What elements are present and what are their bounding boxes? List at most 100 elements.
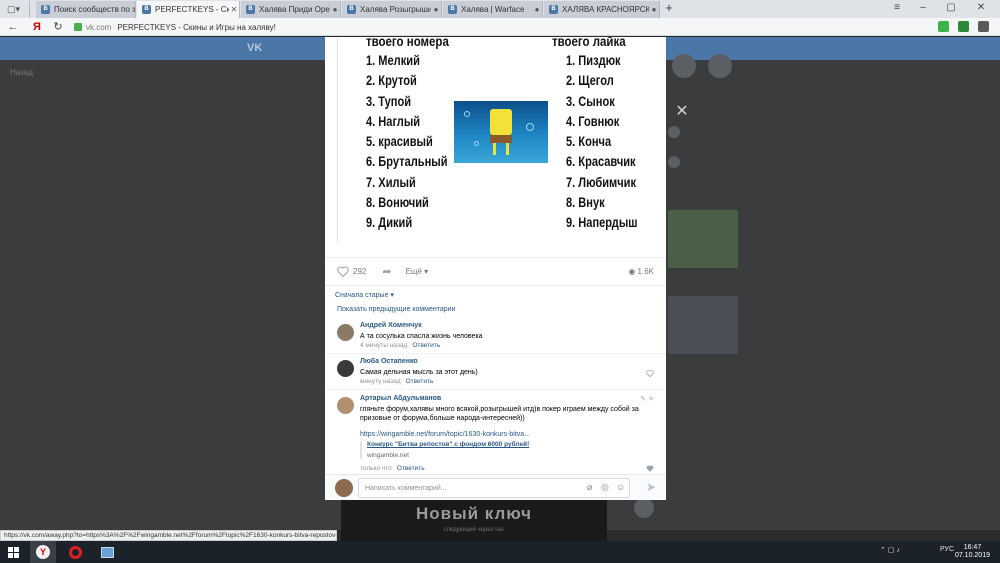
tab-halyava-rozygryshi[interactable]: В Халява Розыгрыши Ключ ● [342, 1, 442, 18]
more-label: Ещё [405, 267, 422, 276]
spongebob-picture [454, 101, 548, 163]
avatar[interactable] [337, 397, 354, 414]
yandex-browser-icon: Y [36, 545, 50, 559]
eye-icon: ◉ [628, 267, 636, 276]
vk-logo-icon[interactable]: VK [247, 42, 262, 54]
tab-label: Поиск сообществ по запросу [54, 5, 135, 14]
video-thumbnail[interactable] [668, 210, 738, 268]
comment-time[interactable]: только что [360, 465, 392, 472]
comment-text: гляньте форум,халявы много всякой,розыгр… [360, 406, 639, 422]
downloads-icon[interactable] [978, 21, 989, 32]
vk-icon: В [142, 5, 151, 14]
start-button[interactable] [0, 541, 26, 563]
meme-list-item: 8. Вонючий [366, 195, 429, 211]
more-button[interactable]: Ещё ▾ [406, 267, 429, 276]
video-thumbnail[interactable] [668, 296, 738, 354]
tab-audio-dot-icon: ● [433, 5, 439, 14]
delete-icon[interactable]: ✕ [648, 396, 654, 403]
left-list-heading: твоего номера [366, 37, 449, 49]
heart-icon[interactable] [646, 465, 654, 472]
url-field[interactable]: vk.com PERFECTKEYS - Скины и Игры на хал… [74, 20, 694, 34]
comment-author[interactable]: Андрей Хоменчук [360, 322, 422, 329]
emoji-icon[interactable]: ☺ [616, 482, 625, 492]
url-domain: vk.com [86, 22, 112, 32]
taskbar-yandex-browser[interactable]: Y [30, 541, 56, 563]
browser-tab-bar: ▢▾ В Поиск сообществ по запросу В PERFEC… [0, 0, 1000, 18]
promo-subtitle: следующий через час [443, 527, 505, 533]
meme-list-item: 8. Внук [566, 195, 605, 211]
tab-search-communities[interactable]: В Поиск сообществ по запросу [36, 1, 136, 18]
tab-label: ХАЛЯВА КРАСНОЯРСК [562, 5, 649, 14]
clock-time: 16:47 [963, 544, 982, 551]
share-icon[interactable]: ➦ [382, 265, 391, 278]
meme-list-item: 1. Мелкий [366, 53, 420, 68]
promo-banner: Новый ключ следующий через час [341, 500, 607, 544]
menu-icon[interactable]: ≡ [890, 2, 904, 14]
back-link[interactable]: Назад [10, 68, 33, 77]
clock[interactable]: 16:47 07.10.2019 [955, 544, 990, 560]
snippet-title[interactable]: Конкурс "Битва репостов" с фондом 6000 р… [367, 441, 590, 448]
meme-list-item: 2. Щегол [566, 73, 614, 89]
tab-label: Халява Розыгрыши Ключ [360, 5, 431, 14]
language-indicator[interactable]: РУС [940, 546, 954, 553]
avatar [335, 479, 353, 497]
minimize-icon[interactable]: – [916, 2, 930, 14]
reply-link[interactable]: Ответить [406, 378, 434, 385]
heart-icon [337, 266, 349, 277]
taskbar-app[interactable] [94, 541, 120, 563]
camera-icon[interactable]: ◎ [601, 482, 609, 493]
avatar[interactable] [337, 324, 354, 341]
reply-link[interactable]: Ответить [412, 342, 440, 349]
tab-label: Халява | Warface [461, 5, 525, 14]
comment-item: Андрей Хоменчук А та сосулька спасла жиз… [325, 322, 666, 354]
link-snippet[interactable]: Конкурс "Битва репостов" с фондом 6000 р… [360, 441, 590, 459]
close-window-icon[interactable]: ✕ [974, 2, 988, 14]
comment-meta: 4 минуты назад Ответить [360, 342, 440, 349]
meme-list-item: 6. Красавчик [566, 154, 636, 170]
like-button[interactable]: 292 [325, 266, 366, 277]
heart-icon[interactable] [646, 370, 654, 377]
meme-list-item: 1. Пиздюк [566, 53, 621, 68]
tabs-menu-button[interactable]: ▢▾ [0, 1, 30, 18]
comment-author[interactable]: Артарыл Абдульманов [360, 395, 441, 402]
send-icon[interactable]: ➤ [646, 480, 656, 494]
comment-edit-actions: ✎ ✕ [640, 395, 654, 403]
new-tab-button[interactable]: + [662, 1, 676, 14]
sort-order-dropdown[interactable]: Сначала старые ▾ [335, 291, 394, 299]
tab-halyava-orenburg[interactable]: В Халява Приди Оренбург ● [241, 1, 341, 18]
show-previous-comments-link[interactable]: Показать предыдущие комментарии [337, 306, 455, 313]
avatar [668, 126, 680, 138]
tab-label: PERFECTKEYS - Скины и [155, 5, 229, 14]
avatar[interactable] [337, 360, 354, 377]
taskbar-opera[interactable] [62, 541, 88, 563]
reload-icon[interactable]: ↻ [51, 20, 65, 34]
comment-link[interactable]: https://wingamble.net/forum/topic/1630-k… [360, 431, 530, 438]
comments-section: Сначала старые ▾ Показать предыдущие ком… [325, 285, 666, 472]
close-tab-icon[interactable]: ✕ [229, 5, 239, 14]
comment-text: Самая дельная мысль за этот день) [360, 369, 478, 376]
meme-list-item: 6. Брутальный [366, 154, 448, 170]
tab-audio-dot-icon: ● [651, 5, 657, 14]
vk-icon: В [41, 5, 50, 14]
yandex-icon[interactable]: Я [30, 20, 44, 34]
edit-icon[interactable]: ✎ [640, 396, 646, 403]
maximize-icon[interactable]: ▢ [944, 2, 958, 14]
back-arrow-icon[interactable]: ← [6, 20, 20, 34]
attach-icon[interactable]: ⌀ [587, 482, 592, 493]
comment-author[interactable]: Люба Остапенко [360, 358, 418, 365]
protect-shield-icon[interactable] [938, 21, 949, 32]
tab-halyava-krasnoyarsk[interactable]: В ХАЛЯВА КРАСНОЯРСК ● [544, 1, 660, 18]
tab-perfectkeys[interactable]: В PERFECTKEYS - Скины и ✕ [137, 1, 240, 18]
post-actions: 292 ➦ Ещё ▾ ◉ 1.6K [325, 257, 666, 285]
close-icon[interactable]: ✕ [674, 104, 690, 120]
extension-icon[interactable] [958, 21, 969, 32]
comment-time[interactable]: 4 минуты назад [360, 342, 407, 349]
tray-icons[interactable]: ⌃ ▢ ♪ [880, 546, 900, 554]
comment-time[interactable]: минуту назад [360, 378, 401, 385]
address-bar: ← Я ↻ vk.com PERFECTKEYS - Скины и Игры … [0, 18, 1000, 36]
reply-link[interactable]: Ответить [397, 465, 425, 472]
opera-icon [68, 545, 82, 559]
meme-list-item: 9. Напердыш [566, 215, 638, 231]
vk-icon: В [549, 5, 558, 14]
tab-halyava-warface[interactable]: В Халява | Warface ● [443, 1, 543, 18]
